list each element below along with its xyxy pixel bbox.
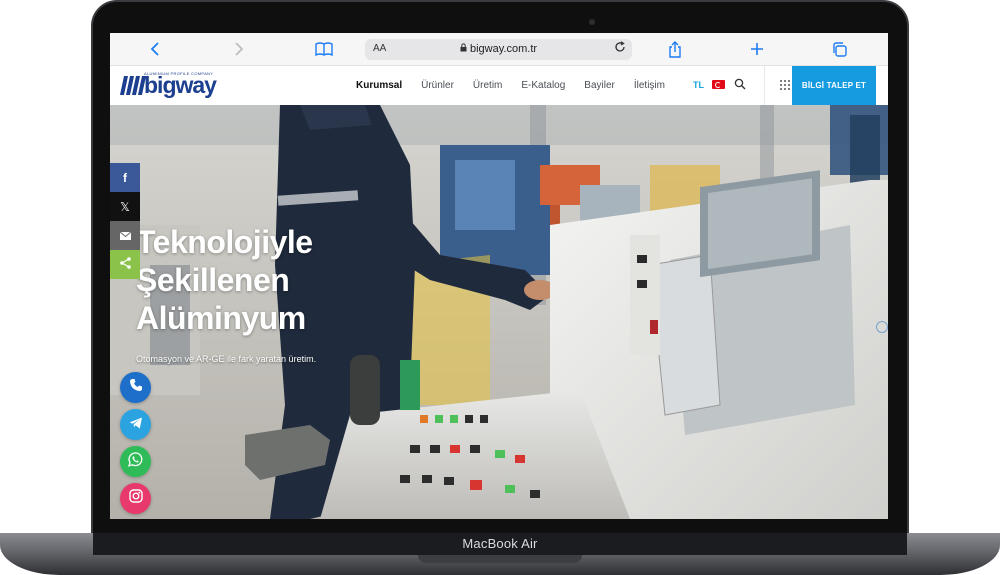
share-icon[interactable] (668, 40, 682, 58)
instagram-icon (128, 489, 143, 508)
email-share-button[interactable] (110, 221, 140, 250)
slider-indicator-icon[interactable] (876, 321, 888, 333)
share-nodes-icon (119, 257, 131, 272)
instagram-button[interactable] (120, 483, 151, 514)
share-button[interactable] (110, 250, 140, 279)
whatsapp-icon (128, 451, 143, 472)
reload-icon[interactable] (614, 41, 626, 56)
nav-divider (764, 66, 765, 105)
menu-item-iletisim[interactable]: İletişim (634, 80, 665, 91)
phone-icon (129, 378, 143, 397)
menu-item-uretim[interactable]: Üretim (473, 80, 502, 91)
logo-wordmark: bigway (144, 72, 217, 98)
new-tab-icon[interactable] (750, 40, 764, 58)
apps-grid-icon[interactable] (780, 80, 790, 90)
menu-item-urunler[interactable]: Ürünler (421, 80, 454, 91)
forward-icon[interactable] (234, 40, 244, 58)
site-logo[interactable]: ALUMINIUM PROFILE COMPANY bigway (119, 70, 242, 100)
model-label: MacBook Air (462, 536, 538, 551)
menu-item-e-katalog[interactable]: E-Katalog (521, 80, 565, 91)
x-share-button[interactable]: 𝕏 (110, 192, 140, 221)
turkey-flag-icon[interactable] (712, 80, 725, 89)
browser-toolbar: AA bigway.com.tr (110, 33, 888, 66)
phone-call-button[interactable] (120, 372, 151, 403)
tabs-icon[interactable] (832, 40, 847, 58)
camera (589, 19, 595, 25)
site-header: ALUMINIUM PROFILE COMPANY bigway Kurumsa… (110, 66, 888, 105)
url-display: bigway.com.tr (365, 43, 632, 55)
envelope-icon (119, 229, 131, 243)
main-menu: Kurumsal Ürünler Üretim E-Katalog Bayile… (356, 66, 665, 105)
telegram-button[interactable] (120, 409, 151, 440)
screen: AA bigway.com.tr ALUMINIUM PROFILE COMPA… (110, 33, 888, 519)
facebook-icon: f (123, 170, 127, 185)
hero-subtitle: Otomasyon ve AR-GE ile fark yaratan üret… (136, 354, 317, 364)
facebook-share-button[interactable]: f (110, 163, 140, 192)
language-selector[interactable]: TL (693, 80, 704, 90)
laptop-notch (418, 555, 582, 563)
whatsapp-button[interactable] (120, 446, 151, 477)
info-request-button[interactable]: BİLGİ TALEP ET (792, 66, 876, 105)
hero-title: Teknolojiyle Şekillenen Alüminyum (136, 223, 436, 337)
search-icon[interactable] (734, 77, 746, 90)
address-bar[interactable]: AA bigway.com.tr (365, 39, 632, 60)
url-text: bigway.com.tr (470, 43, 538, 55)
hero-banner: Teknolojiyle Şekillenen Alüminyum Otomas… (110, 105, 888, 519)
hero-title-line: Teknolojiyle (136, 224, 313, 260)
menu-item-bayiler[interactable]: Bayiler (584, 80, 615, 91)
telegram-icon (129, 416, 143, 434)
back-icon[interactable] (150, 40, 160, 58)
hero-title-line: Alüminyum (136, 300, 306, 336)
lock-icon (460, 43, 470, 55)
logo-mark (119, 76, 147, 95)
menu-item-kurumsal[interactable]: Kurumsal (356, 80, 402, 91)
x-icon: 𝕏 (120, 199, 130, 214)
bookmarks-icon[interactable] (315, 40, 333, 58)
hero-title-line: Şekillenen (136, 262, 290, 298)
